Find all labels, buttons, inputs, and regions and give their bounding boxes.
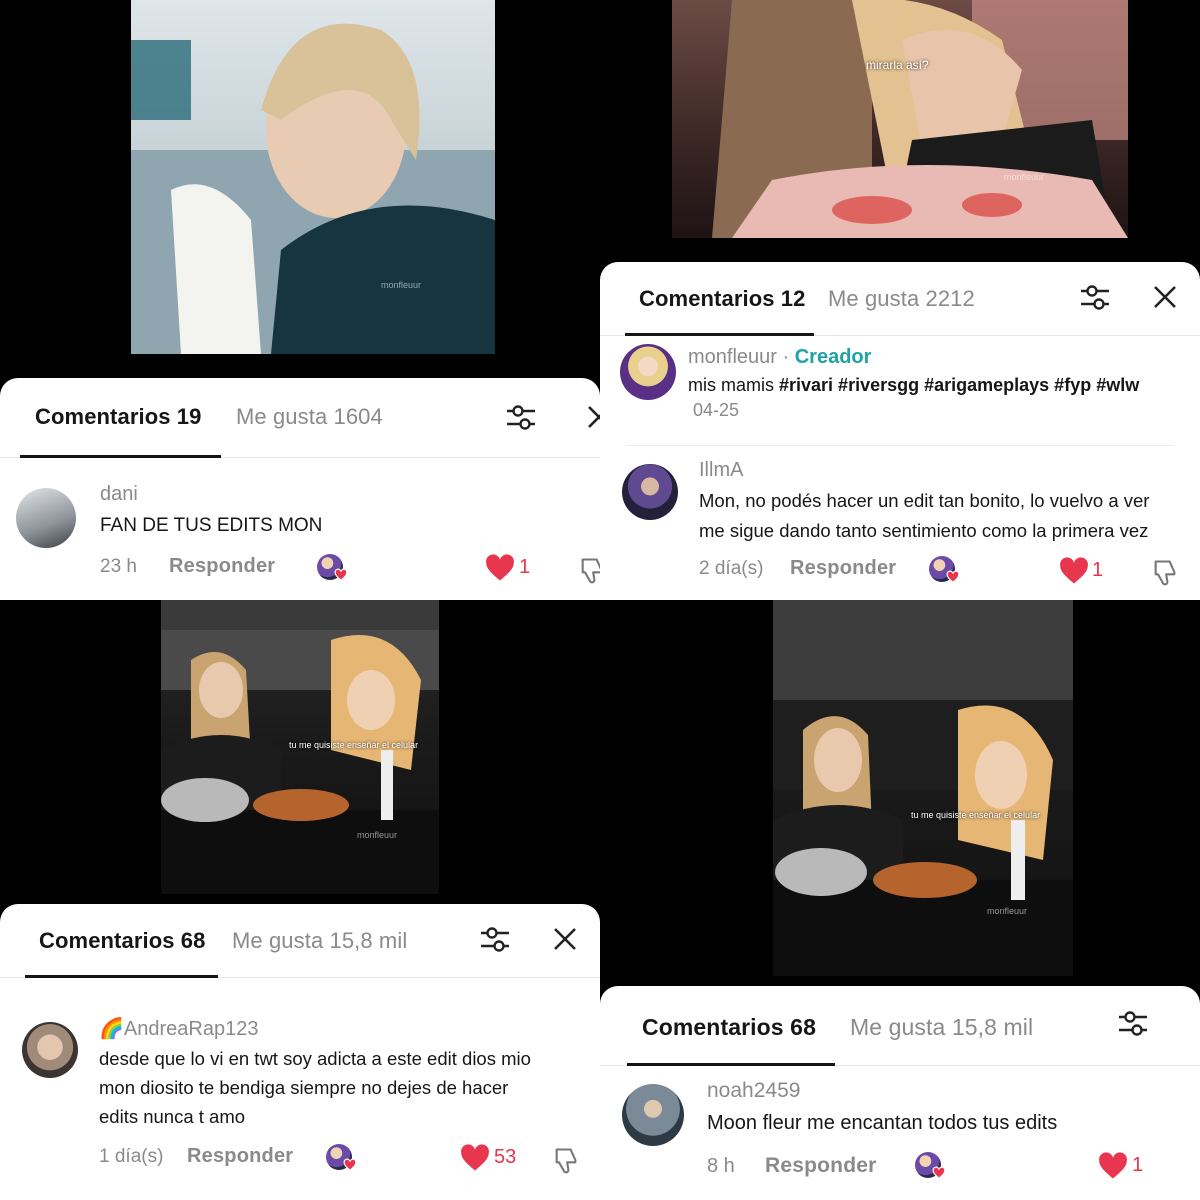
comment-username[interactable]: 🌈AndreaRap123 (99, 1016, 258, 1041)
tab-comments[interactable]: Comentarios 68 (39, 928, 205, 954)
comment-text-line-3: edits nunca t amo (99, 1106, 246, 1127)
filter-icon[interactable] (1116, 1006, 1150, 1040)
comment-time: 2 día(s) (699, 558, 764, 579)
sheet-tabs: Comentarios 12 Me gusta 2212 (600, 262, 1200, 336)
comments-sheet: Comentarios 68 Me gusta 15,8 mil noah245… (600, 986, 1200, 1200)
mini-heart-icon (946, 570, 960, 584)
comment-item: IllmA Mon, no podés hacer un edit tan bo… (600, 446, 1200, 600)
tab-likes[interactable]: Me gusta 1604 (236, 404, 383, 430)
screenshot-collage: monfleuur Comentarios 19 Me gusta 1604 d… (0, 0, 1200, 1200)
sheet-tabs: Comentarios 68 Me gusta 15,8 mil (0, 904, 600, 978)
tab-comments[interactable]: Comentarios 12 (639, 286, 805, 312)
dislike-icon[interactable] (1151, 558, 1179, 586)
comment-time: 1 día(s) (99, 1146, 164, 1167)
video-overlay-caption: tu me quisiste enseñar el celular (911, 810, 1041, 820)
tab-comments[interactable]: Comentarios 19 (35, 404, 201, 430)
reply-button[interactable]: Responder (790, 557, 896, 580)
filter-icon[interactable] (478, 922, 512, 956)
sheet-tabs: Comentarios 19 Me gusta 1604 (0, 378, 600, 458)
avatar[interactable] (22, 1022, 78, 1078)
comments-sheet: Comentarios 68 Me gusta 15,8 mil 🌈Andrea… (0, 904, 600, 1200)
tab-likes[interactable]: Me gusta 2212 (828, 286, 975, 312)
like-count: 1 (1132, 1154, 1144, 1176)
comment-username[interactable]: noah2459 (707, 1079, 800, 1103)
like-count: 53 (494, 1146, 517, 1168)
caption-plain: mis mamis (688, 375, 774, 395)
video-overlay-caption: mirarla así? (866, 58, 929, 72)
dislike-icon[interactable] (578, 556, 600, 584)
comment-time: 8 h (707, 1155, 735, 1177)
tab-likes[interactable]: Me gusta 15,8 mil (232, 928, 407, 954)
video-frame[interactable]: monfleuur (131, 0, 495, 354)
video-overlay-caption: tu me quisiste enseñar el celular (289, 740, 419, 750)
video-frame[interactable]: mirarla así? monfleuur (672, 0, 1128, 238)
sheet-tabs: Comentarios 68 Me gusta 15,8 mil (600, 986, 1200, 1066)
comment-text: Moon fleur me encantan todos tus edits (707, 1112, 1058, 1134)
panel-1: monfleuur Comentarios 19 Me gusta 1604 d… (0, 0, 600, 600)
comment-text-line-2: mon diosito te bendiga siempre no dejes … (99, 1077, 509, 1098)
reply-button[interactable]: Responder (187, 1145, 293, 1168)
mini-heart-icon (932, 1166, 946, 1180)
mini-heart-icon (334, 568, 348, 582)
filter-icon[interactable] (1078, 280, 1112, 314)
heart-icon[interactable] (460, 1144, 490, 1172)
caption-text: mis mamis #rivari #riversgg #arigameplay… (688, 371, 1139, 400)
comment-text-line-1: desde que lo vi en twt soy adicta a este… (99, 1048, 531, 1069)
tab-likes[interactable]: Me gusta 15,8 mil (850, 1014, 1033, 1041)
comment-item: 🌈AndreaRap123 desde que lo vi en twt soy… (0, 978, 600, 1200)
close-icon[interactable] (548, 922, 582, 956)
creator-username[interactable]: monfleuur (688, 346, 777, 368)
creator-caption: monfleuur · Creador mis mamis #rivari #r… (600, 336, 1200, 446)
avatar[interactable] (622, 464, 678, 520)
heart-icon[interactable] (1098, 1152, 1128, 1180)
panel-3: tu me quisiste enseñar el celular monfle… (0, 600, 600, 1200)
video-frame[interactable]: tu me quisiste enseñar el celular monfle… (161, 600, 439, 894)
video-thumbnail (131, 23, 495, 354)
comment-item: noah2459 Moon fleur me encantan todos tu… (600, 1066, 1200, 1200)
comment-text: FAN DE TUS EDITS MON (100, 515, 323, 536)
avatar[interactable] (620, 344, 676, 400)
panel-2: mirarla así? monfleuur Comentarios 12 Me… (600, 0, 1200, 600)
watermark: monfleuur (1004, 172, 1045, 182)
creator-badge: Creador (794, 346, 872, 368)
comments-sheet: Comentarios 12 Me gusta 2212 monfleuur ·… (600, 262, 1200, 600)
comment-text-line-1: Mon, no podés hacer un edit tan bonito, … (699, 490, 1150, 511)
comment-item: dani FAN DE TUS EDITS MON 23 h Responder… (0, 458, 600, 600)
comment-username[interactable]: dani (100, 483, 138, 506)
tab-comments[interactable]: Comentarios 68 (642, 1014, 816, 1041)
comment-text-line-2: me sigue dando tanto sentimiento como la… (699, 520, 1149, 541)
video-frame[interactable]: tu me quisiste enseñar el celular monfle… (773, 600, 1073, 976)
like-count: 1 (1092, 559, 1104, 581)
comments-sheet: Comentarios 19 Me gusta 1604 dani FAN DE… (0, 378, 600, 600)
close-icon[interactable] (582, 400, 600, 434)
mini-heart-icon (343, 1158, 357, 1172)
video-thumbnail (773, 600, 1073, 976)
close-icon[interactable] (1148, 280, 1182, 314)
avatar[interactable] (622, 1084, 684, 1146)
heart-icon[interactable] (1059, 557, 1089, 585)
heart-icon[interactable] (485, 554, 515, 582)
dislike-icon[interactable] (552, 1146, 580, 1174)
avatar[interactable] (16, 488, 76, 548)
filter-icon[interactable] (504, 400, 538, 434)
panel-4: tu me quisiste enseñar el celular monfle… (600, 600, 1200, 1200)
watermark: monfleuur (380, 280, 421, 290)
reply-button[interactable]: Responder (765, 1154, 877, 1178)
watermark: monfleuur (987, 906, 1028, 916)
separator: · (782, 346, 790, 368)
like-count: 1 (519, 556, 531, 578)
comment-time: 23 h (100, 556, 137, 577)
comment-username[interactable]: IllmA (699, 459, 743, 482)
reply-button[interactable]: Responder (169, 555, 275, 578)
caption-hashtags[interactable]: #rivari #riversgg #arigameplays #fyp #wl… (779, 375, 1139, 395)
watermark: monfleuur (357, 830, 398, 840)
caption-date: 04-25 (693, 400, 740, 420)
video-thumbnail (712, 0, 1128, 238)
